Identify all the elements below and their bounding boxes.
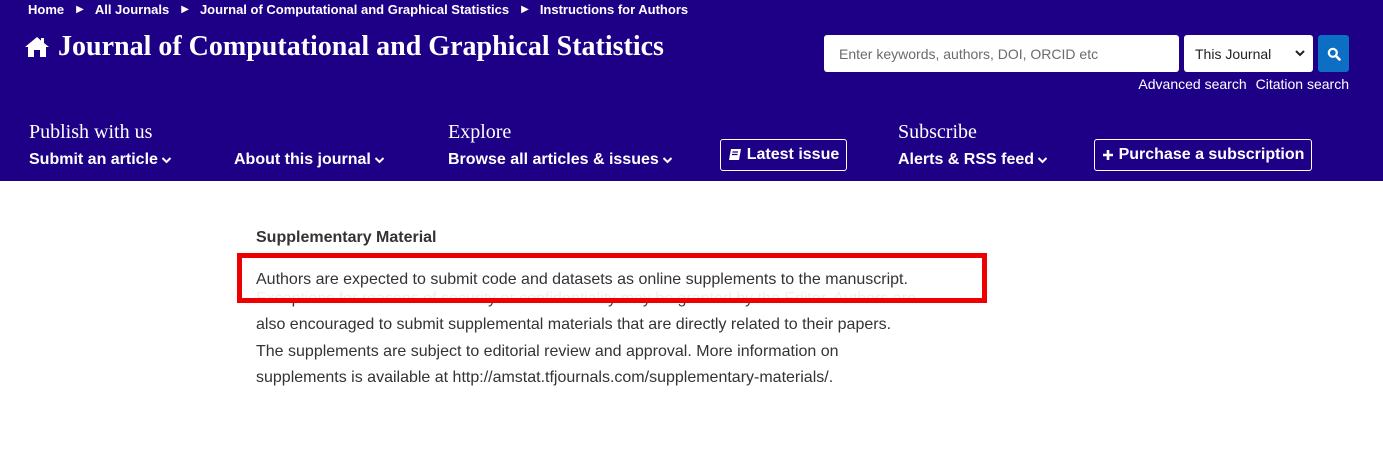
nav-heading-subscribe: Subscribe — [898, 121, 977, 143]
chevron-down-icon — [1037, 157, 1048, 164]
paragraph-line: supplements is available at http://amsta… — [256, 369, 834, 386]
home-icon — [25, 37, 49, 57]
citation-search-link[interactable]: Citation search — [1256, 76, 1349, 92]
about-journal-label: About this journal — [234, 151, 371, 168]
breadcrumb-separator-icon: ▶ — [181, 3, 189, 15]
chevron-down-icon — [161, 157, 172, 164]
nav-heading-explore: Explore — [448, 121, 512, 143]
search-scope-value: This Journal — [1195, 45, 1272, 62]
site-header: Home ▶ All Journals ▶ Journal of Computa… — [0, 0, 1383, 181]
plus-icon — [1102, 150, 1113, 160]
breadcrumb-separator-icon: ▶ — [76, 3, 84, 15]
advanced-search-link[interactable]: Advanced search — [1138, 76, 1246, 92]
breadcrumb-all-journals[interactable]: All Journals — [95, 2, 169, 17]
purchase-subscription-label: Purchase a subscription — [1118, 146, 1305, 163]
alerts-rss-label: Alerts & RSS feed — [898, 151, 1035, 168]
chevron-down-icon — [374, 157, 385, 164]
chevron-down-icon — [662, 157, 672, 164]
submit-article-label: Submit an article — [29, 151, 158, 168]
latest-issue-label: Latest issue — [746, 146, 840, 163]
browse-articles-menu[interactable]: Browse all articles & issues — [448, 151, 673, 169]
search-button[interactable] — [1318, 35, 1349, 72]
journal-title: Journal of Computational and Graphical S… — [58, 31, 664, 62]
chevron-down-icon — [1295, 50, 1305, 57]
breadcrumb-home[interactable]: Home — [28, 2, 64, 17]
paragraph-line: also encouraged to submit supplemental m… — [256, 316, 892, 333]
highlighted-sentence: Authors are expected to submit code and … — [256, 271, 908, 288]
search-links: Advanced search Citation search — [1138, 76, 1349, 92]
nav-heading-publish: Publish with us — [29, 121, 153, 143]
search-scope-select[interactable]: This Journal — [1184, 35, 1313, 72]
search-icon — [1327, 47, 1341, 61]
breadcrumb-current: Instructions for Authors — [539, 1, 689, 17]
alerts-rss-menu[interactable]: Alerts & RSS feed — [898, 151, 1048, 169]
about-journal-menu[interactable]: About this journal — [234, 151, 385, 169]
submit-article-menu[interactable]: Submit an article — [29, 151, 172, 169]
paragraph-line: The supplements are subject to editorial… — [256, 342, 839, 360]
book-icon — [728, 149, 741, 160]
search-input[interactable] — [824, 35, 1179, 72]
section-title: Supplementary Material — [256, 229, 437, 246]
breadcrumb: Home ▶ All Journals ▶ Journal of Computa… — [28, 1, 688, 17]
breadcrumb-separator-icon: ▶ — [521, 3, 529, 15]
breadcrumb-journal[interactable]: Journal of Computational and Graphical S… — [200, 2, 509, 17]
journal-title-link[interactable]: Journal of Computational and Graphical S… — [24, 31, 664, 63]
purchase-subscription-button[interactable]: Purchase a subscription — [1094, 139, 1312, 171]
latest-issue-button[interactable]: Latest issue — [720, 139, 847, 171]
browse-articles-label: Browse all articles & issues — [448, 151, 659, 168]
